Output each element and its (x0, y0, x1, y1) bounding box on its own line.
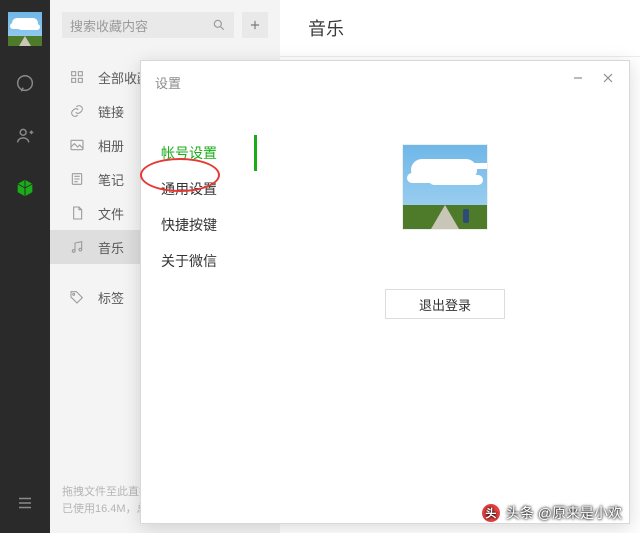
search-row: 搜索收藏内容 (50, 0, 280, 48)
logout-button[interactable]: 退出登录 (385, 289, 505, 319)
settings-nav-general[interactable]: 通用设置 (157, 171, 257, 207)
account-avatar-wrap (261, 145, 629, 229)
account-avatar[interactable] (403, 145, 487, 229)
settings-nav-account[interactable]: 帐号设置 (157, 135, 257, 171)
nav-label: 帐号设置 (161, 145, 217, 161)
sidebar-item-label: 标签 (98, 288, 124, 307)
file-icon (68, 205, 86, 221)
sidebar-item-label: 链接 (98, 102, 124, 121)
page-title: 音乐 (308, 15, 344, 41)
search-icon (212, 18, 226, 32)
hamburger-menu-icon[interactable] (11, 489, 39, 517)
nav-label: 关于微信 (161, 253, 217, 269)
music-icon (68, 239, 86, 255)
settings-content: 退出登录 (261, 101, 629, 523)
photo-icon (68, 137, 86, 153)
app-left-rail (0, 0, 50, 533)
nav-label: 通用设置 (161, 181, 217, 197)
logout-label: 退出登录 (419, 298, 471, 313)
window-controls (563, 67, 623, 89)
add-button[interactable] (242, 12, 268, 38)
sidebar-item-label: 笔记 (98, 170, 124, 189)
settings-dialog: 设置 帐号设置 通用设置 快捷按键 关于微信 退出登录 (140, 60, 630, 524)
user-avatar[interactable] (8, 12, 42, 46)
settings-nav-about[interactable]: 关于微信 (157, 243, 257, 279)
close-button[interactable] (593, 67, 623, 89)
minimize-button[interactable] (563, 67, 593, 89)
note-icon (68, 171, 86, 187)
tag-icon (68, 289, 86, 305)
search-input[interactable]: 搜索收藏内容 (62, 12, 234, 38)
contacts-icon[interactable] (11, 122, 39, 150)
grid-icon (68, 69, 86, 85)
settings-nav: 帐号设置 通用设置 快捷按键 关于微信 (157, 135, 257, 279)
search-placeholder: 搜索收藏内容 (70, 16, 212, 35)
minimize-icon (573, 73, 583, 83)
sidebar-item-label: 相册 (98, 136, 124, 155)
link-icon (68, 103, 86, 119)
dialog-title: 设置 (155, 73, 181, 92)
sidebar-item-label: 音乐 (98, 238, 124, 257)
favorites-cube-icon[interactable] (11, 174, 39, 202)
settings-nav-shortcuts[interactable]: 快捷按键 (157, 207, 257, 243)
chat-icon[interactable] (11, 70, 39, 98)
sidebar-item-label: 文件 (98, 204, 124, 223)
nav-label: 快捷按键 (161, 217, 217, 233)
main-header: 音乐 (280, 0, 640, 57)
plus-icon (248, 18, 262, 32)
close-icon (603, 73, 613, 83)
